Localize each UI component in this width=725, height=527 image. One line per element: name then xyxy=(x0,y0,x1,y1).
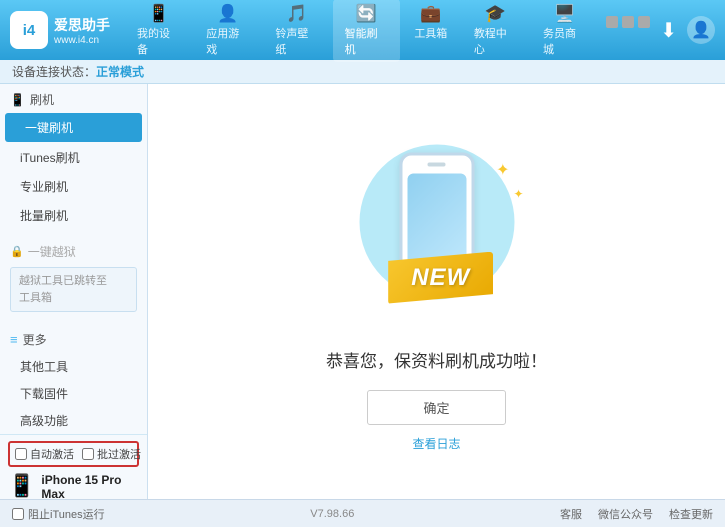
more-icon: ≡ xyxy=(10,332,18,347)
nav-ringtone-icon: 🎵 xyxy=(286,4,307,24)
flash-header-label: 刷机 xyxy=(30,91,54,108)
nav-smart-flash-icon: 🔄 xyxy=(356,4,377,24)
footer-link-service[interactable]: 客服 xyxy=(560,506,582,522)
update-activate-checkbox[interactable] xyxy=(82,448,94,460)
device-area: 自动激活 批过激活 📱 iPhone 15 Pro Max 512GB iPho… xyxy=(0,434,147,499)
auto-activate-checkbox[interactable] xyxy=(15,448,27,460)
nav-smart-flash-label: 智能刷机 xyxy=(345,25,388,57)
nav-toolbox-icon: 💼 xyxy=(420,4,441,24)
log-link[interactable]: 查看日志 xyxy=(412,435,460,452)
download-btn[interactable]: ⬇ xyxy=(660,18,677,43)
itunes-block-label: 阻止iTunes运行 xyxy=(28,506,105,522)
status-value: 正常模式 xyxy=(96,63,144,80)
update-activate-text: 批过激活 xyxy=(97,446,141,462)
footer-left: 阻止iTunes运行 xyxy=(12,506,105,522)
logo-area: i4 爱思助手 www.i4.cn xyxy=(10,11,125,49)
device-details: iPhone 15 Pro Max 512GB iPhone xyxy=(41,473,139,499)
confirm-button[interactable]: 确定 xyxy=(367,390,505,425)
nav-service[interactable]: 🖥️ 务员商城 xyxy=(531,0,598,62)
sparkle-top-right: ✦ xyxy=(496,160,509,180)
logo-icon: i4 xyxy=(10,11,48,49)
nav-tutorial-icon: 🎓 xyxy=(485,4,506,24)
nav-my-device[interactable]: 📱 我的设备 xyxy=(125,0,192,62)
footer-center: V7.98.66 xyxy=(105,508,560,520)
phone-notch xyxy=(428,162,446,166)
lock-icon: 🔒 xyxy=(10,245,24,258)
sidebar-item-batch[interactable]: 批量刷机 xyxy=(0,201,147,230)
sidebar-item-itunes[interactable]: iTunes刷机 xyxy=(0,143,147,172)
sidebar-item-download-firmware[interactable]: 下载固件 xyxy=(0,380,147,407)
nav-app-games-label: 应用游戏 xyxy=(206,25,249,57)
nav-toolbox[interactable]: 💼 工具箱 xyxy=(402,0,460,62)
device-name: iPhone 15 Pro Max xyxy=(41,473,139,499)
auto-activate-label[interactable]: 自动激活 xyxy=(15,446,74,462)
user-btn[interactable]: 👤 xyxy=(687,16,715,44)
update-activate-label[interactable]: 批过激活 xyxy=(82,446,141,462)
window-controls xyxy=(606,12,650,28)
app-name: 爱思助手 xyxy=(54,15,110,35)
success-illustration: NEW ✦ ✦ xyxy=(332,132,542,332)
nav-bar: 📱 我的设备 👤 应用游戏 🎵 铃声壁纸 🔄 智能刷机 💼 工具箱 🎓 教程中心… xyxy=(125,0,598,62)
flash-header-icon: 📱 xyxy=(10,93,25,107)
auto-options-row: 自动激活 批过激活 xyxy=(8,441,139,467)
header-right: ⬇ 👤 xyxy=(606,12,715,48)
main-body: 📱 刷机 一键刷机 iTunes刷机 专业刷机 批量刷机 🔒 一键越狱 越狱工具… xyxy=(0,84,725,499)
app-url: www.i4.cn xyxy=(54,35,110,46)
sidebar-more-header: ≡ 更多 xyxy=(0,326,147,353)
more-label: 更多 xyxy=(23,331,47,348)
footer-right: 客服 微信公众号 检查更新 xyxy=(560,506,713,522)
sidebar: 📱 刷机 一键刷机 iTunes刷机 专业刷机 批量刷机 🔒 一键越狱 越狱工具… xyxy=(0,84,148,499)
nav-my-device-icon: 📱 xyxy=(148,4,169,24)
header: i4 爱思助手 www.i4.cn 📱 我的设备 👤 应用游戏 🎵 铃声壁纸 🔄… xyxy=(0,0,725,60)
device-phone-icon: 📱 xyxy=(8,473,35,499)
sidebar-item-pro[interactable]: 专业刷机 xyxy=(0,172,147,201)
content-area: NEW ✦ ✦ 恭喜您，保资料刷机成功啦！ 确定 查看日志 xyxy=(148,84,725,499)
nav-ringtone-label: 铃声壁纸 xyxy=(275,25,318,57)
auto-activate-text: 自动激活 xyxy=(30,446,74,462)
device-info-row: 📱 iPhone 15 Pro Max 512GB iPhone xyxy=(8,473,139,499)
nav-app-games[interactable]: 👤 应用游戏 xyxy=(194,0,261,62)
nav-tutorial-label: 教程中心 xyxy=(474,25,517,57)
logo-text: 爱思助手 www.i4.cn xyxy=(54,15,110,46)
nav-my-device-label: 我的设备 xyxy=(137,25,180,57)
footer-link-wechat[interactable]: 微信公众号 xyxy=(598,506,653,522)
sidebar-item-other-tools[interactable]: 其他工具 xyxy=(0,353,147,380)
sidebar-item-advanced[interactable]: 高级功能 xyxy=(0,407,147,434)
jailbreak-notice: 越狱工具已跳转至工具箱 xyxy=(10,267,137,312)
status-prefix: 设备连接状态： xyxy=(12,63,96,80)
sparkle-right: ✦ xyxy=(513,187,523,201)
sidebar-flash-header: 📱 刷机 xyxy=(0,84,147,112)
footer: 阻止iTunes运行 V7.98.66 客服 微信公众号 检查更新 xyxy=(0,499,725,527)
nav-tutorial[interactable]: 🎓 教程中心 xyxy=(462,0,529,62)
status-bar: 设备连接状态： 正常模式 xyxy=(0,60,725,84)
nav-service-label: 务员商城 xyxy=(543,25,586,57)
logo-char: i4 xyxy=(23,22,36,39)
new-badge-text: NEW xyxy=(411,264,470,292)
jailbreak-label: 一键越狱 xyxy=(28,243,76,260)
nav-smart-flash[interactable]: 🔄 智能刷机 xyxy=(333,0,400,62)
version-label: V7.98.66 xyxy=(310,508,354,520)
success-message: 恭喜您，保资料刷机成功啦！ xyxy=(326,347,547,372)
maximize-btn[interactable] xyxy=(622,16,634,28)
itunes-block-checkbox[interactable] xyxy=(12,508,24,520)
sidebar-jailbreak-header: 🔒 一键越狱 xyxy=(0,238,147,265)
close-btn[interactable] xyxy=(638,16,650,28)
nav-service-icon: 🖥️ xyxy=(554,4,575,24)
nav-ringtone[interactable]: 🎵 铃声壁纸 xyxy=(263,0,330,62)
footer-link-update[interactable]: 检查更新 xyxy=(669,506,713,522)
sidebar-item-one-click[interactable]: 一键刷机 xyxy=(5,113,142,142)
nav-toolbox-label: 工具箱 xyxy=(414,25,447,41)
phone-screen xyxy=(407,173,466,268)
nav-app-games-icon: 👤 xyxy=(217,4,238,24)
minimize-btn[interactable] xyxy=(606,16,618,28)
